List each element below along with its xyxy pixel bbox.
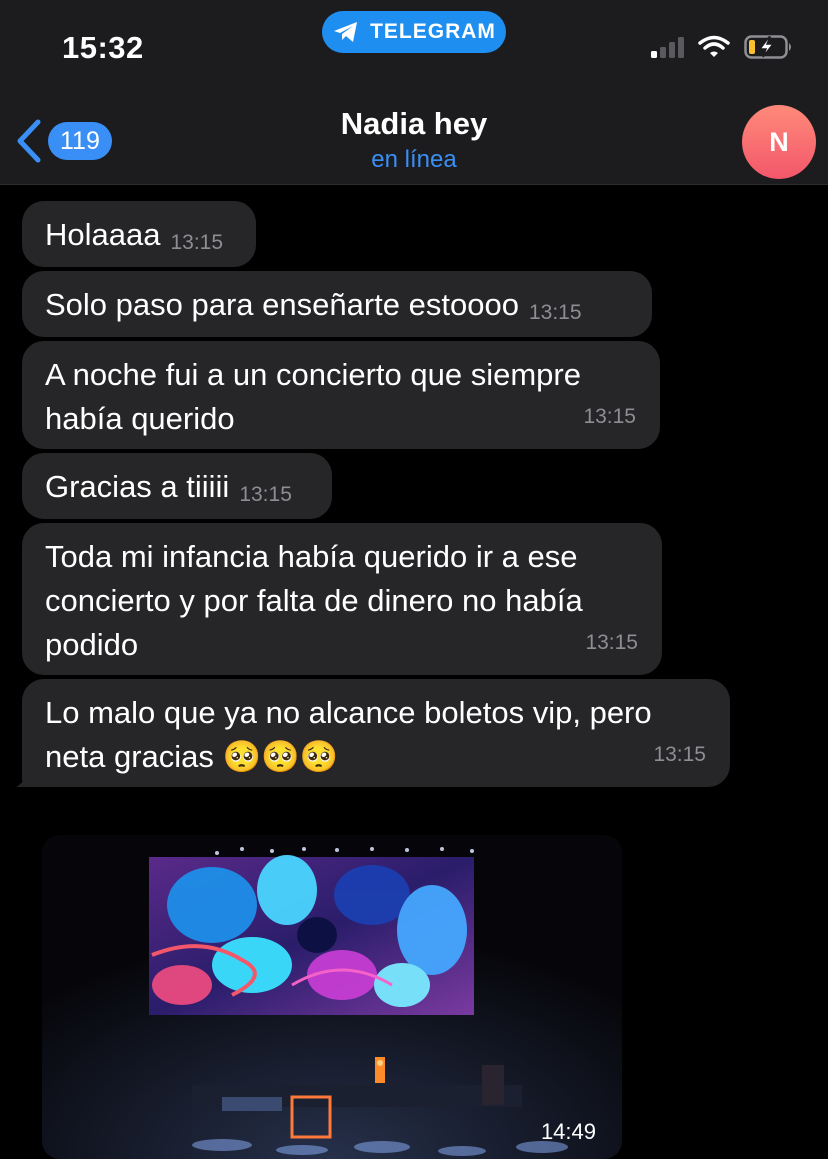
message-text: Lo malo que ya no alcance boletos vip, p… [45, 695, 652, 774]
message-text: Holaaaa [45, 217, 161, 252]
message-text: Toda mi infancia había querido ir a ese … [45, 539, 583, 662]
chat-header: 15:32 TELEGRAM 119 Nadia hey en línea N [0, 0, 828, 185]
telegram-pill[interactable]: TELEGRAM [322, 11, 506, 53]
telegram-pill-label: TELEGRAM [370, 20, 496, 43]
photo-message[interactable]: 14:49 [42, 835, 622, 1159]
message-bubble[interactable]: Toda mi infancia había querido ir a ese … [22, 523, 662, 675]
message-time: 13:15 [583, 405, 636, 428]
signal-icon [651, 36, 684, 58]
chat-title-block[interactable]: Nadia hey en línea [0, 106, 828, 174]
message-time: 13:15 [653, 743, 706, 766]
bubble-tail [16, 757, 42, 787]
message-text: Gracias a tiiiii [45, 469, 230, 504]
message-text: A noche fui a un concierto que siempre h… [45, 357, 581, 436]
avatar[interactable]: N [742, 105, 816, 179]
online-status: en línea [371, 146, 457, 173]
message-bubble[interactable]: Holaaaa 13:15 [22, 201, 256, 267]
message-bubble[interactable]: Solo paso para enseñarte estoooo 13:15 [22, 271, 652, 337]
telegram-icon [334, 22, 358, 42]
battery-charging-icon [744, 35, 791, 59]
message-time: 13:15 [170, 231, 224, 254]
message-bubble[interactable]: A noche fui a un concierto que siempre h… [22, 341, 660, 449]
photo-time: 14:49 [540, 1119, 596, 1144]
status-icons [651, 34, 794, 60]
message-time: 13:15 [585, 631, 638, 654]
message-time: 13:15 [239, 483, 292, 506]
status-time: 15:32 [62, 30, 144, 65]
message-time: 13:15 [528, 301, 582, 324]
message-text: Solo paso para enseñarte estoooo [45, 287, 519, 322]
chat-title: Nadia hey [340, 106, 488, 141]
message-bubble[interactable]: Gracias a tiiiii 13:15 [22, 453, 332, 519]
concert-photo [42, 835, 622, 1159]
message-bubble[interactable]: Lo malo que ya no alcance boletos vip, p… [22, 679, 730, 787]
wifi-icon [698, 35, 730, 57]
